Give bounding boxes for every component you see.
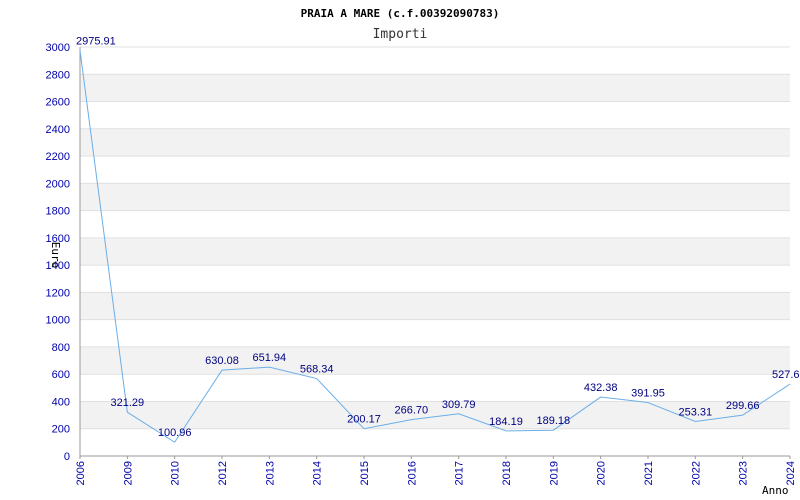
x-tick-label: 2009 <box>122 461 134 485</box>
x-tick-label: 2024 <box>785 461 797 485</box>
y-tick-label: 200 <box>52 424 70 436</box>
data-label: 568.34 <box>300 364 334 376</box>
grid-band <box>80 183 790 211</box>
data-label: 266.70 <box>395 405 429 417</box>
x-tick-label: 2006 <box>75 461 87 485</box>
grid-band <box>80 128 790 157</box>
data-label: 253.31 <box>679 406 713 418</box>
x-tick-label: 2014 <box>312 461 324 485</box>
x-tick-label: 2022 <box>690 461 702 485</box>
data-label: 630.08 <box>205 355 239 367</box>
x-tick-label: 2019 <box>548 461 560 485</box>
data-label: 651.94 <box>253 352 287 364</box>
x-tick-label: 2013 <box>264 461 276 485</box>
y-tick-label: 2000 <box>46 178 70 190</box>
data-label: 321.29 <box>111 397 145 409</box>
y-tick-label: 2600 <box>46 97 70 109</box>
x-tick-label: 2023 <box>738 461 750 485</box>
data-label: 189.18 <box>537 415 571 427</box>
y-tick-label: 800 <box>52 342 70 354</box>
y-tick-label: 2800 <box>46 69 70 81</box>
x-tick-label: 2012 <box>217 461 229 485</box>
x-tick-label: 2015 <box>359 461 371 485</box>
line-chart: 0200400600800100012001400160018002000220… <box>46 7 800 497</box>
y-tick-label: 1200 <box>46 287 70 299</box>
y-tick-label: 400 <box>52 396 70 408</box>
x-tick-label: 2018 <box>501 461 513 485</box>
y-tick-label: 600 <box>52 369 70 381</box>
data-label: 432.38 <box>584 382 618 394</box>
data-label: 527.6 <box>772 369 800 381</box>
grid-band <box>80 292 790 320</box>
x-axis-label: Anno <box>762 484 789 497</box>
y-axis-label: Euro <box>49 242 62 269</box>
y-tick-label: 3000 <box>46 42 70 54</box>
grid-band <box>80 346 790 375</box>
y-tick-label: 2400 <box>46 124 70 136</box>
data-label: 100.96 <box>158 427 192 439</box>
x-tick-label: 2016 <box>406 461 418 485</box>
data-label: 200.17 <box>347 414 381 426</box>
data-label: 299.66 <box>726 400 760 412</box>
y-tick-label: 1000 <box>46 315 70 327</box>
x-tick-label: 2017 <box>454 461 466 485</box>
y-tick-label: 1800 <box>46 206 70 218</box>
x-tick-labels: 2006 2009 2010 2012 2013 2014 2015 2016 2017 2018… <box>75 456 797 485</box>
x-tick-label: 2021 <box>643 461 655 485</box>
data-label: 309.79 <box>442 399 476 411</box>
grid-band <box>80 74 790 102</box>
data-label: 184.19 <box>489 416 523 428</box>
data-label: 391.95 <box>631 388 665 400</box>
grid-band <box>80 237 790 266</box>
grid-bands <box>80 74 790 429</box>
y-tick-label: 2200 <box>46 151 70 163</box>
chart-title: PRAIA A MARE (c.f.00392090783) <box>301 7 500 20</box>
chart-subtitle: Importi <box>373 27 428 42</box>
y-tick-label: 0 <box>64 451 70 463</box>
data-label: 2975.91 <box>76 35 116 47</box>
x-tick-label: 2010 <box>170 461 182 485</box>
x-tick-label: 2020 <box>596 461 608 485</box>
